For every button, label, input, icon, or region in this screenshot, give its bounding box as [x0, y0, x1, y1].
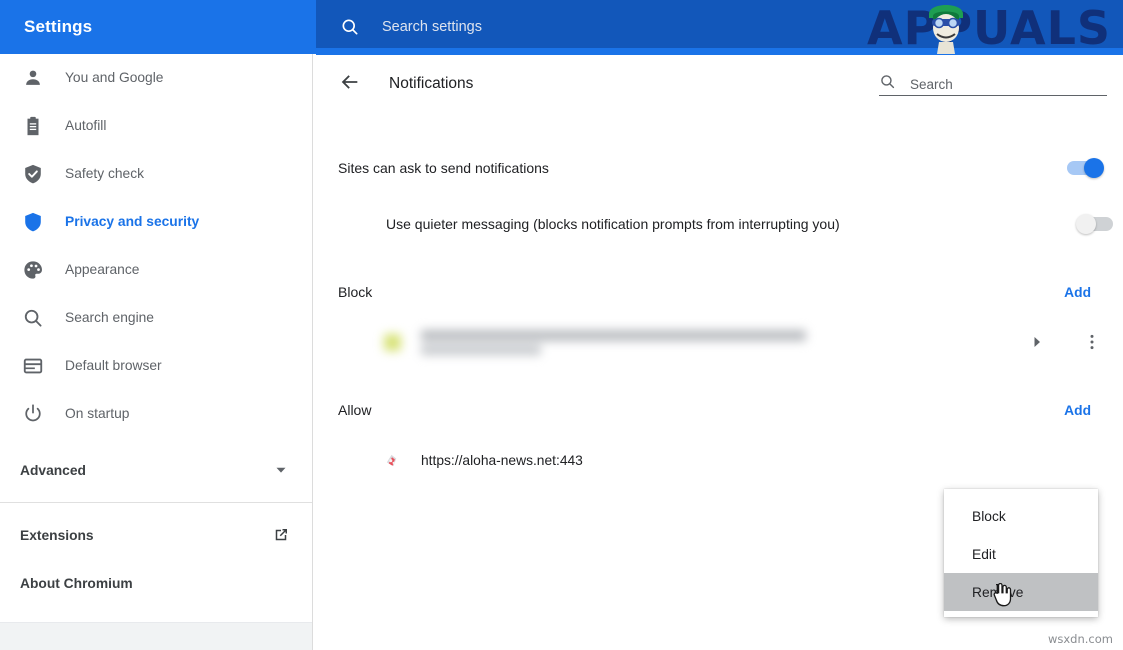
- page-search-input[interactable]: [910, 76, 1107, 92]
- blurred-line: [421, 329, 806, 341]
- sidebar-divider: [0, 502, 312, 503]
- toggle-quieter-messaging[interactable]: [1076, 214, 1113, 234]
- site-context-menu: Block Edit Remove: [944, 489, 1098, 617]
- toggle-knob: [1076, 214, 1096, 234]
- sidebar-bottom-band: [0, 622, 312, 650]
- table-row[interactable]: https://aloha-news.net:443: [314, 432, 1123, 488]
- sidebar-item-search-engine[interactable]: Search engine: [0, 294, 312, 342]
- sidebar-item-advanced[interactable]: Advanced: [0, 446, 312, 494]
- sidebar-item-about-chromium[interactable]: About Chromium: [0, 559, 312, 607]
- setting-row-quieter-messaging[interactable]: Use quieter messaging (blocks notificati…: [314, 196, 1123, 252]
- shield-check-icon: [22, 163, 44, 185]
- toggle-sites-can-ask[interactable]: [1067, 158, 1104, 178]
- sidebar-item-label: Appearance: [65, 262, 140, 278]
- expand-arrow-icon[interactable]: [1029, 334, 1045, 350]
- topbar-accent-strip: [316, 48, 1123, 55]
- power-icon: [22, 403, 44, 425]
- add-allow-button[interactable]: Add: [1054, 397, 1101, 424]
- setting-label: Use quieter messaging (blocks notificati…: [386, 216, 840, 232]
- sidebar-item-default-browser[interactable]: Default browser: [0, 342, 312, 390]
- sidebar-item-label: On startup: [65, 406, 130, 422]
- clipboard-icon: [22, 115, 44, 137]
- blurred-favicon: [384, 333, 401, 351]
- sidebar-item-autofill[interactable]: Autofill: [0, 102, 312, 150]
- global-search-bar[interactable]: [316, 0, 1123, 54]
- chevron-down-icon: [272, 461, 290, 479]
- palette-icon: [22, 259, 44, 281]
- arrow-left-icon: [339, 71, 361, 98]
- settings-sidebar: You and Google Autofill Safety check Pri…: [0, 54, 313, 650]
- top-bar: Settings: [0, 0, 1123, 54]
- person-icon: [22, 67, 44, 89]
- settings-window: Settings APPUALS: [0, 0, 1123, 650]
- context-menu-item-block[interactable]: Block: [944, 497, 1098, 535]
- sidebar-item-label: Search engine: [65, 310, 154, 326]
- toggle-knob: [1084, 158, 1104, 178]
- app-title: Settings: [24, 17, 93, 36]
- context-menu-item-remove[interactable]: Remove: [944, 573, 1098, 611]
- table-row[interactable]: [314, 314, 1123, 370]
- search-settings-input[interactable]: [382, 19, 862, 35]
- sidebar-item-safety-check[interactable]: Safety check: [0, 150, 312, 198]
- page-title: Notifications: [389, 75, 474, 92]
- add-block-button[interactable]: Add: [1054, 279, 1101, 306]
- sidebar-item-you-and-google[interactable]: You and Google: [0, 54, 312, 102]
- sidebar-item-label: Safety check: [65, 166, 144, 182]
- section-header-block: Block Add: [314, 270, 1123, 314]
- sidebar-item-label: You and Google: [65, 70, 164, 86]
- context-menu-item-edit[interactable]: Edit: [944, 535, 1098, 573]
- sidebar-advanced-label: Advanced: [20, 462, 86, 478]
- setting-label: Sites can ask to send notifications: [338, 160, 549, 176]
- sidebar-item-label: Privacy and security: [65, 214, 200, 230]
- sidebar-about-label: About Chromium: [20, 575, 133, 591]
- sidebar-item-on-startup[interactable]: On startup: [0, 390, 312, 438]
- shield-half-icon: [22, 211, 44, 233]
- sidebar-item-extensions[interactable]: Extensions: [0, 511, 312, 559]
- bottom-watermark: wsxdn.com: [1047, 632, 1113, 646]
- blurred-site-entry: [384, 329, 806, 355]
- search-icon: [340, 17, 360, 37]
- back-button[interactable]: [336, 70, 364, 98]
- browser-icon: [22, 355, 44, 377]
- sidebar-item-appearance[interactable]: Appearance: [0, 246, 312, 294]
- section-title: Allow: [338, 402, 372, 418]
- site-url-label: https://aloha-news.net:443: [421, 452, 583, 468]
- search-icon: [879, 73, 896, 90]
- section-title: Block: [338, 284, 373, 300]
- sidebar-item-label: Default browser: [65, 358, 162, 374]
- section-header-allow: Allow Add: [314, 388, 1123, 432]
- search-icon: [22, 307, 44, 329]
- blurred-line: [421, 344, 541, 355]
- setting-row-sites-can-ask[interactable]: Sites can ask to send notifications: [314, 140, 1123, 196]
- page-search-box[interactable]: [879, 73, 1107, 96]
- external-link-icon: [272, 526, 290, 544]
- kebab-menu-icon[interactable]: [1083, 333, 1101, 351]
- sidebar-extensions-label: Extensions: [20, 527, 94, 543]
- blurred-text-lines: [421, 329, 806, 355]
- row-actions: [1029, 333, 1101, 351]
- sidebar-item-privacy-and-security[interactable]: Privacy and security: [0, 198, 312, 246]
- page-header: Notifications: [314, 54, 1123, 114]
- site-favicon: [384, 452, 401, 469]
- sidebar-item-label: Autofill: [65, 118, 107, 134]
